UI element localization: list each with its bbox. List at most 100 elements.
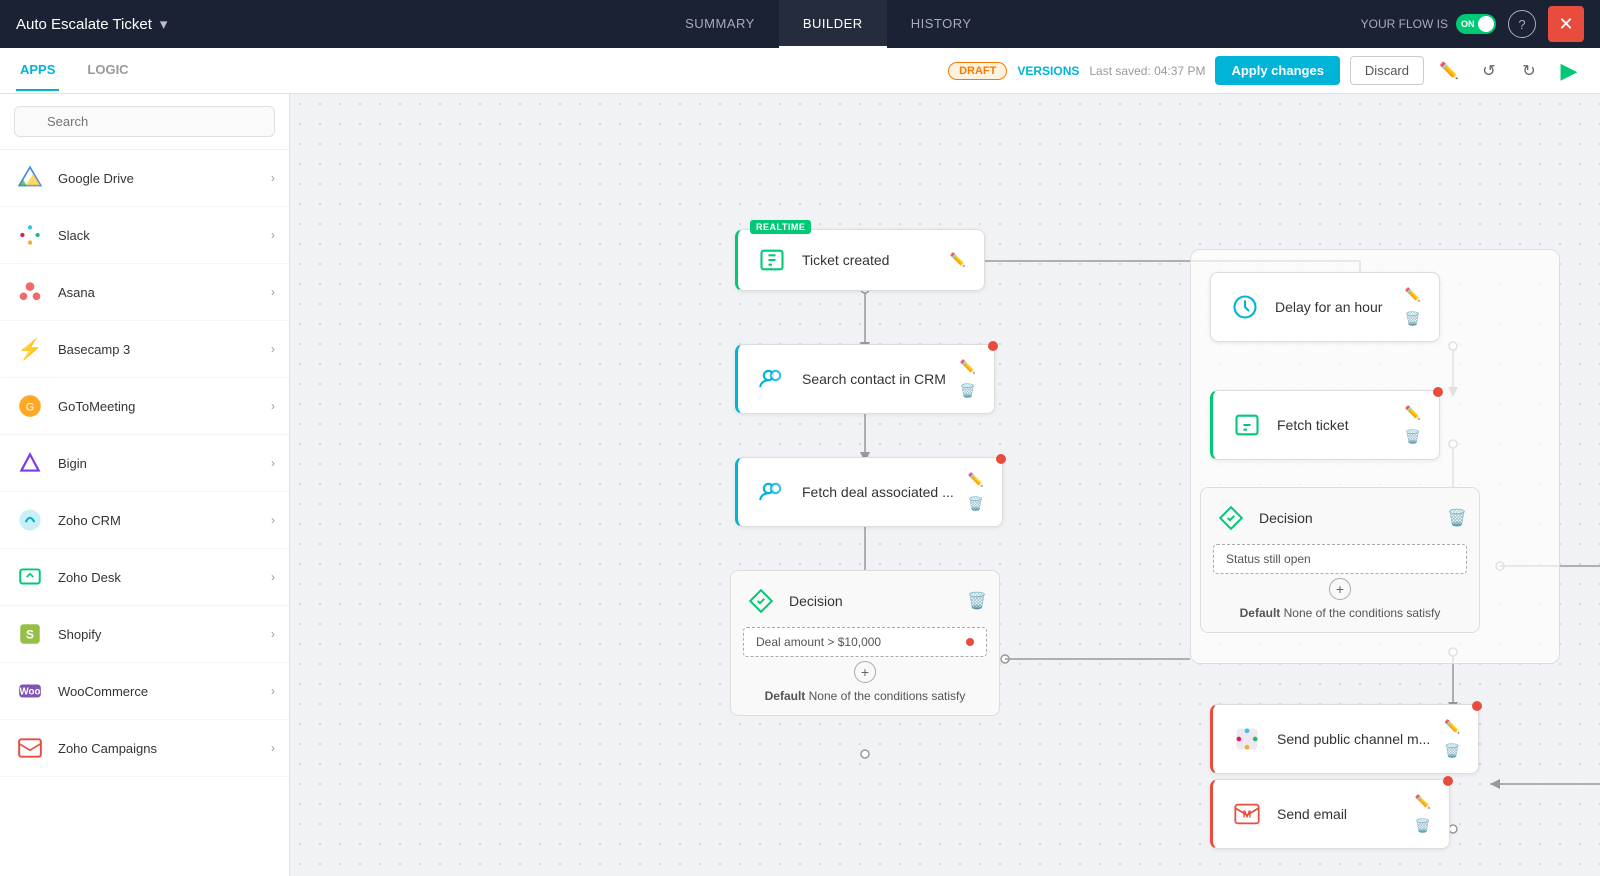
undo-icon[interactable]: ↺ (1474, 56, 1504, 86)
gotomeeting-chevron: › (271, 399, 275, 413)
zoho-desk-icon (14, 561, 46, 593)
gotomeeting-icon: G (14, 390, 46, 422)
zoho-desk-chevron: › (271, 570, 275, 584)
send-email-actions: ✏️ 🗑️ (1413, 792, 1433, 836)
redo-icon[interactable]: ↻ (1514, 56, 1544, 86)
ticket-created-icon (754, 242, 790, 278)
sidebar-item-zoho-desk[interactable]: Zoho Desk › (0, 549, 289, 606)
help-button[interactable]: ? (1508, 10, 1536, 38)
tab-history[interactable]: HISTORY (887, 0, 996, 48)
search-contact-delete[interactable]: 🗑️ (958, 381, 978, 401)
apply-changes-button[interactable]: Apply changes (1215, 56, 1339, 85)
fetch-ticket-edit[interactable]: ✏️ (1403, 403, 1423, 423)
send-public-node[interactable]: Send public channel m... ✏️ 🗑️ (1210, 704, 1479, 774)
decision-left-delete[interactable]: 🗑️ (967, 591, 987, 611)
ticket-created-edit[interactable]: ✏️ (948, 250, 968, 270)
play-icon[interactable]: ▶ (1554, 56, 1584, 86)
sidebar-item-gotomeeting[interactable]: G GoToMeeting › (0, 378, 289, 435)
realtime-badge: REALTIME (750, 220, 811, 234)
asana-label: Asana (58, 285, 271, 300)
ticket-created-label: Ticket created (802, 252, 936, 268)
send-email-edit[interactable]: ✏️ (1413, 792, 1433, 812)
canvas-inner: REALTIME Ticket created ✏️ Search contac… (290, 94, 1600, 876)
sidebar-item-zoho-crm[interactable]: Zoho CRM › (0, 492, 289, 549)
search-box (0, 94, 289, 150)
zoho-crm-label: Zoho CRM (58, 513, 271, 528)
flow-title-text: Auto Escalate Ticket (16, 16, 152, 33)
send-public-actions: ✏️ 🗑️ (1442, 717, 1462, 761)
bigin-label: Bigin (58, 456, 271, 471)
send-email-error (1443, 776, 1453, 786)
send-email-node[interactable]: M Send email ✏️ 🗑️ (1210, 779, 1450, 849)
sidebar-item-slack[interactable]: Slack › (0, 207, 289, 264)
slack-label: Slack (58, 228, 271, 243)
delay-delete[interactable]: 🗑️ (1403, 309, 1423, 329)
sidebar-item-bigin[interactable]: Bigin › (0, 435, 289, 492)
bigin-icon (14, 447, 46, 479)
fetch-ticket-delete[interactable]: 🗑️ (1403, 427, 1423, 447)
bigin-chevron: › (271, 456, 275, 470)
ticket-created-node[interactable]: REALTIME Ticket created ✏️ (735, 229, 985, 291)
draft-badge: DRAFT (948, 62, 1007, 80)
decision-left-header: Decision 🗑️ (743, 583, 987, 627)
zoho-crm-icon (14, 504, 46, 536)
svg-text:S: S (26, 627, 34, 641)
search-input[interactable] (14, 106, 275, 137)
edit-icon[interactable]: ✏️ (1434, 56, 1464, 86)
toggle-label: ON (1456, 19, 1475, 29)
add-condition-right[interactable]: + (1213, 578, 1467, 600)
decision-left-condition[interactable]: Deal amount > $10,000 (743, 627, 987, 657)
search-contact-edit[interactable]: ✏️ (958, 357, 978, 377)
add-condition-left[interactable]: + (743, 661, 987, 683)
top-nav: Auto Escalate Ticket ▾ SUMMARY BUILDER H… (0, 0, 1600, 48)
send-public-delete[interactable]: 🗑️ (1442, 741, 1462, 761)
nav-tabs: SUMMARY BUILDER HISTORY (296, 0, 1361, 48)
decision-right-condition[interactable]: Status still open (1213, 544, 1467, 574)
delay-node[interactable]: Delay for an hour ✏️ 🗑️ (1210, 272, 1440, 342)
delay-edit[interactable]: ✏️ (1403, 285, 1423, 305)
sidebar-item-asana[interactable]: Asana › (0, 264, 289, 321)
fetch-deal-error (996, 454, 1006, 464)
google-drive-chevron: › (271, 171, 275, 185)
sidebar-item-woocommerce[interactable]: Woo WooCommerce › (0, 663, 289, 720)
send-email-delete[interactable]: 🗑️ (1413, 816, 1433, 836)
fetch-ticket-icon (1229, 407, 1265, 443)
title-chevron[interactable]: ▾ (160, 15, 168, 33)
flow-title: Auto Escalate Ticket ▾ (16, 15, 296, 33)
basecamp-chevron: › (271, 342, 275, 356)
fetch-ticket-error (1433, 387, 1443, 397)
basecamp-label: Basecamp 3 (58, 342, 271, 357)
tab-logic[interactable]: LOGIC (83, 50, 132, 91)
close-button[interactable]: ✕ (1548, 6, 1584, 42)
fetch-deal-delete[interactable]: 🗑️ (966, 494, 986, 514)
tab-summary[interactable]: SUMMARY (661, 0, 779, 48)
tab-builder[interactable]: BUILDER (779, 0, 887, 48)
delay-label: Delay for an hour (1275, 299, 1391, 315)
search-contact-icon (754, 361, 790, 397)
sidebar-item-zoho-campaigns[interactable]: Zoho Campaigns › (0, 720, 289, 777)
fetch-deal-node[interactable]: Fetch deal associated ... ✏️ 🗑️ (735, 457, 1003, 527)
decision-left-label: Decision (789, 593, 843, 609)
woocommerce-icon: Woo (14, 675, 46, 707)
tab-apps[interactable]: APPS (16, 50, 59, 91)
search-contact-error (988, 341, 998, 351)
decision-right-node[interactable]: Decision 🗑️ Status still open + Default … (1200, 487, 1480, 633)
send-email-label: Send email (1277, 806, 1401, 822)
decision-right-header: Decision 🗑️ (1213, 500, 1467, 544)
sidebar-item-shopify[interactable]: S Shopify › (0, 606, 289, 663)
svg-text:Woo: Woo (20, 686, 41, 697)
sub-nav-right: DRAFT VERSIONS Last saved: 04:37 PM Appl… (948, 56, 1584, 86)
fetch-ticket-node[interactable]: Fetch ticket ✏️ 🗑️ (1210, 390, 1440, 460)
decision-left-node[interactable]: Decision 🗑️ Deal amount > $10,000 + Defa… (730, 570, 1000, 716)
decision-right-delete[interactable]: 🗑️ (1447, 508, 1467, 528)
discard-button[interactable]: Discard (1350, 56, 1424, 85)
sidebar-item-google-drive[interactable]: Google Drive › (0, 150, 289, 207)
send-public-edit[interactable]: ✏️ (1442, 717, 1462, 737)
fetch-deal-edit[interactable]: ✏️ (966, 470, 986, 490)
search-contact-node[interactable]: Search contact in CRM ✏️ 🗑️ (735, 344, 995, 414)
sidebar-item-basecamp[interactable]: ⚡ Basecamp 3 › (0, 321, 289, 378)
google-drive-label: Google Drive (58, 171, 271, 186)
versions-link[interactable]: VERSIONS (1017, 64, 1079, 78)
flow-toggle[interactable]: ON (1456, 14, 1496, 34)
canvas[interactable]: REALTIME Ticket created ✏️ Search contac… (290, 94, 1600, 876)
